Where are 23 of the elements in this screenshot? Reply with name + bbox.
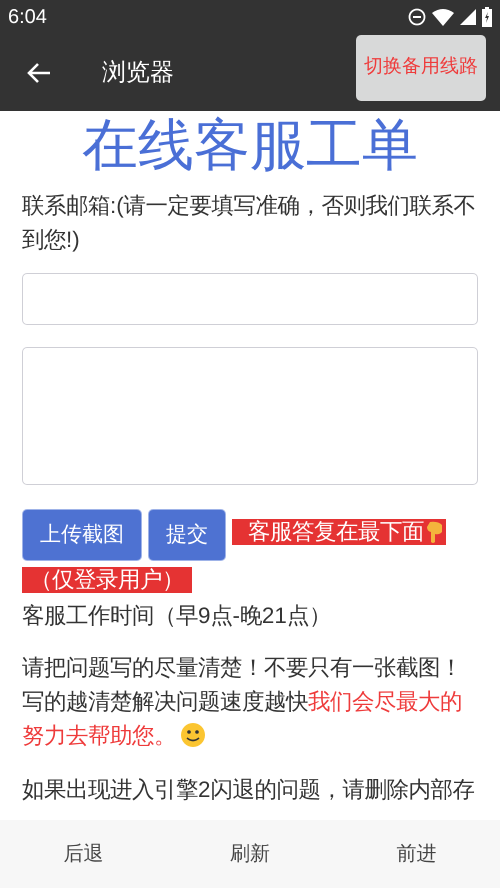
upload-screenshot-button[interactable]: 上传截图 [22, 509, 142, 561]
smiley-icon [180, 722, 206, 748]
nav-button[interactable]: 后退 [63, 839, 104, 869]
pointing-down-hand-icon [424, 520, 444, 544]
submit-button[interactable]: 提交 [148, 509, 226, 561]
status-time: 6:04 [8, 5, 47, 30]
notice-text: 客服答复在最下面 [248, 519, 424, 545]
nav-button[interactable]: 前进 [396, 839, 437, 869]
signal-icon [460, 9, 476, 25]
battery-icon [482, 7, 492, 27]
back-arrow-icon [27, 62, 51, 84]
message-field[interactable] [22, 347, 478, 485]
window-title: 浏览器 [102, 58, 175, 88]
do-not-disturb-icon [408, 8, 426, 26]
nav-button[interactable]: 刷新 [230, 839, 270, 869]
email-field[interactable] [22, 273, 478, 325]
working-hours-text: 客服工作时间（早9点-晚21点） [22, 602, 332, 630]
page-heading: 在线客服工单 [81, 113, 419, 177]
instructions-paragraph: 请把问题写的尽量清楚！不要只有一张截图！写的越清楚解决问题速度越快我们会尽最大的努力去帮助您。 [22, 654, 463, 750]
wifi-icon [432, 8, 454, 26]
email-label: 联系邮箱:(请一定要填写准确，否则我们联系不到您!) [22, 192, 477, 254]
login-only-notice: （仅登录用户） [22, 567, 192, 593]
crash-help-paragraph: 如果出现进入引擎2闪退的问题，请删除内部存 [22, 776, 476, 804]
